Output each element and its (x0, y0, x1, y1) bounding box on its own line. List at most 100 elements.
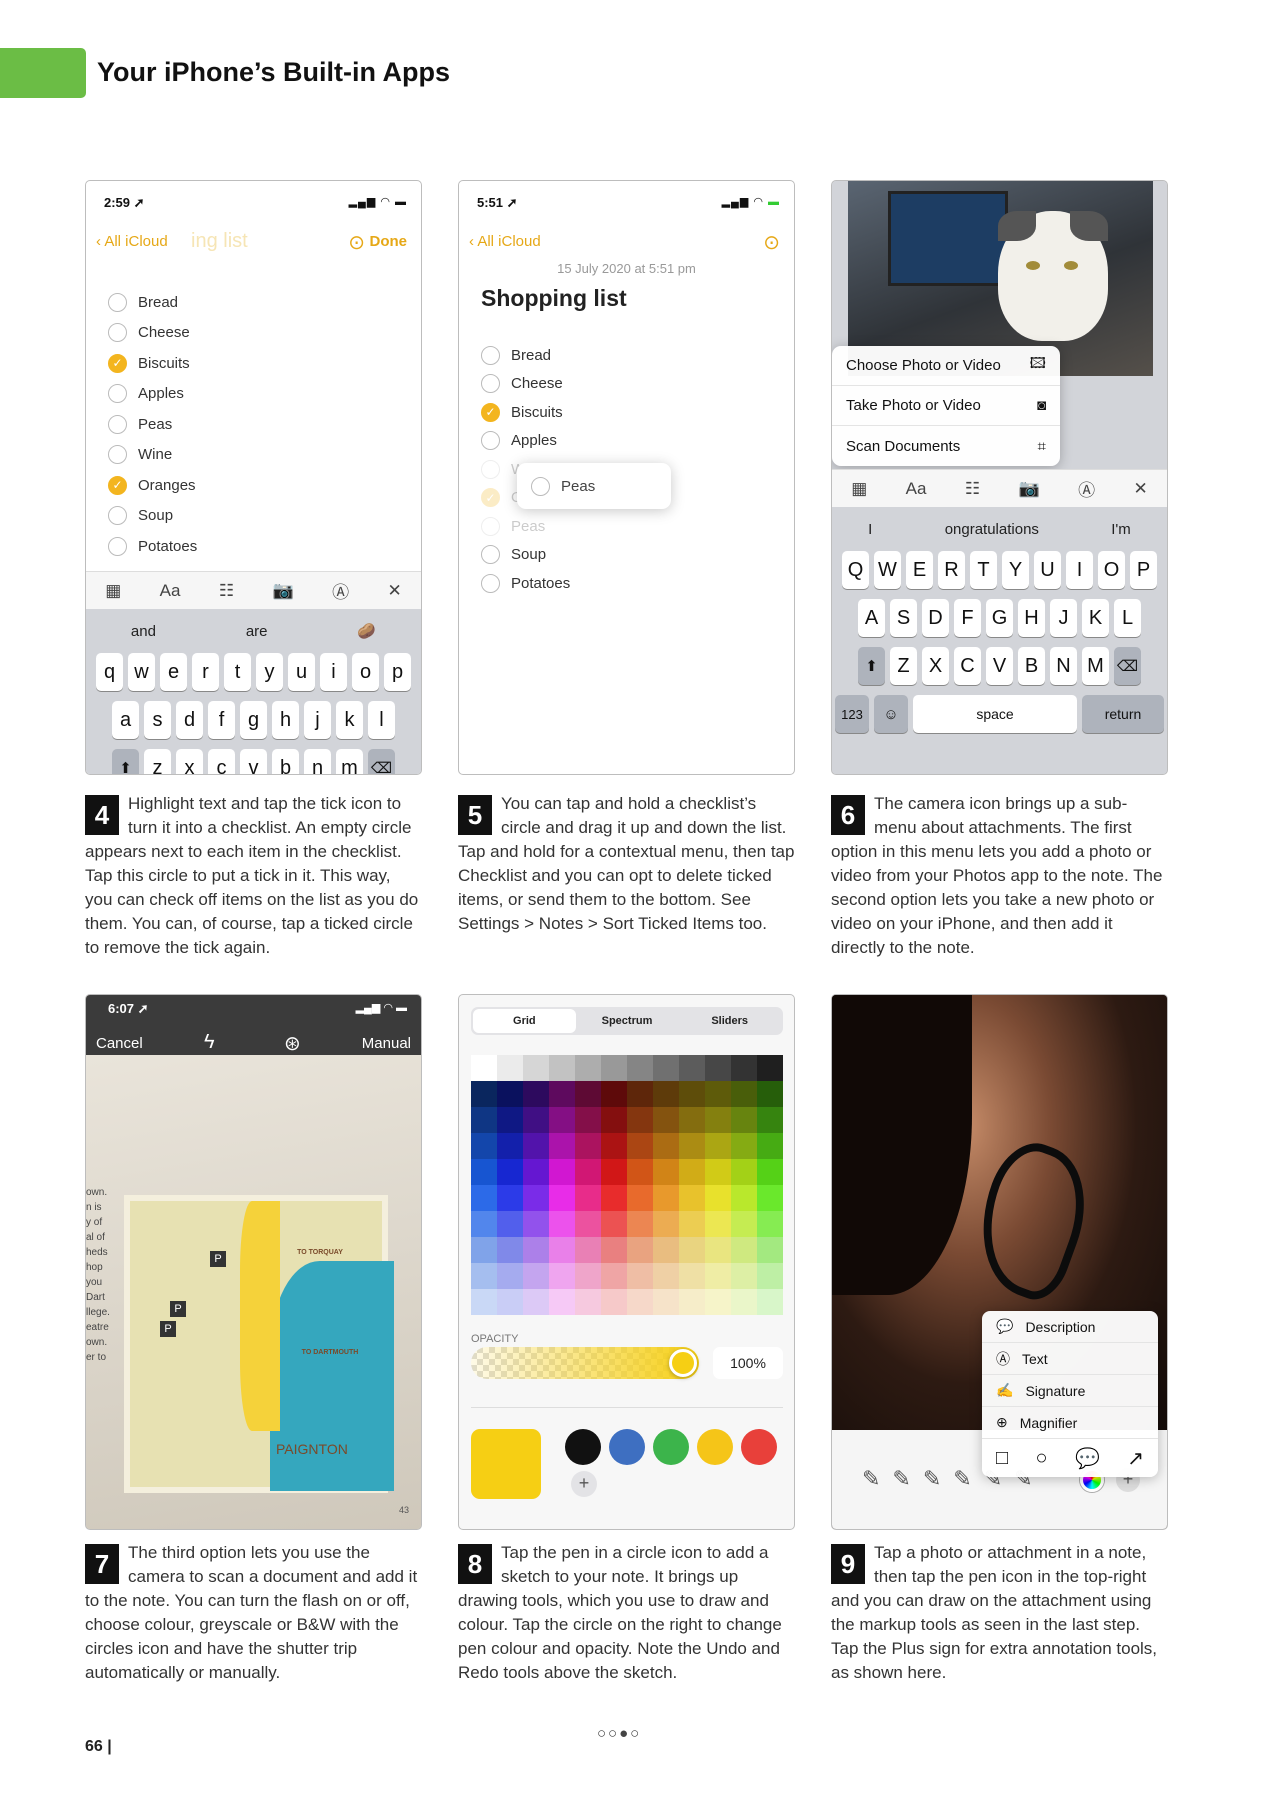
color-cell[interactable] (757, 1263, 783, 1289)
shift-key[interactable]: ⬆ (112, 749, 139, 774)
key[interactable]: P (1130, 551, 1157, 589)
key[interactable]: m (336, 749, 363, 774)
shape-tool[interactable]: ○ (1035, 1447, 1047, 1470)
color-cell[interactable] (679, 1289, 705, 1315)
list-item[interactable]: ✓ Biscuits (108, 348, 197, 379)
color-cell[interactable] (575, 1107, 601, 1133)
signature-item[interactable]: ✍ Signature (982, 1375, 1158, 1407)
scan-documents-item[interactable]: Scan Documents ⌗ (832, 426, 1060, 466)
return-key[interactable]: return (1082, 695, 1164, 733)
delete-key[interactable]: ⌫ (368, 749, 395, 774)
color-cell[interactable] (705, 1081, 731, 1107)
color-cell[interactable] (601, 1055, 627, 1081)
key[interactable]: X (922, 647, 949, 685)
color-cell[interactable] (731, 1289, 757, 1315)
add-color-button[interactable]: + (571, 1471, 597, 1497)
color-cell[interactable] (575, 1263, 601, 1289)
color-cell[interactable] (523, 1237, 549, 1263)
shape-tool[interactable]: 💬 (1075, 1446, 1100, 1471)
color-cell[interactable] (497, 1133, 523, 1159)
key[interactable]: O (1098, 551, 1125, 589)
color-cell[interactable] (757, 1289, 783, 1315)
color-cell[interactable] (731, 1185, 757, 1211)
take-photo-item[interactable]: Take Photo or Video ◙ (832, 386, 1060, 426)
color-cell[interactable] (627, 1289, 653, 1315)
color-cell[interactable] (549, 1211, 575, 1237)
color-cell[interactable] (601, 1263, 627, 1289)
color-cell[interactable] (471, 1211, 497, 1237)
key[interactable]: f (208, 701, 235, 739)
color-cell[interactable] (757, 1133, 783, 1159)
color-cell[interactable] (705, 1289, 731, 1315)
empty-circle-icon[interactable] (481, 431, 500, 451)
color-filter-icon[interactable]: ⊛ (284, 1031, 301, 1056)
toolbar-icon[interactable]: Aa (906, 479, 927, 499)
list-item[interactable]: Bread (108, 287, 197, 318)
color-cell[interactable] (497, 1055, 523, 1081)
color-cell[interactable] (679, 1237, 705, 1263)
color-cell[interactable] (705, 1211, 731, 1237)
checked-circle-icon[interactable]: ✓ (481, 402, 500, 422)
toolbar-icon[interactable]: ☷ (965, 479, 980, 499)
color-cell[interactable] (653, 1159, 679, 1185)
color-cell[interactable] (627, 1133, 653, 1159)
key[interactable]: g (240, 701, 267, 739)
color-swatch[interactable] (653, 1429, 689, 1465)
suggestion[interactable]: 🥔 (357, 622, 376, 640)
color-cell[interactable] (471, 1289, 497, 1315)
list-item[interactable]: Soup (108, 501, 197, 532)
color-cell[interactable] (497, 1263, 523, 1289)
key[interactable]: C (954, 647, 981, 685)
color-cell[interactable] (471, 1107, 497, 1133)
opacity-value[interactable]: 100% (713, 1347, 783, 1379)
key[interactable]: e (160, 653, 187, 691)
list-item[interactable]: Cheese (108, 318, 197, 349)
color-cell[interactable] (549, 1237, 575, 1263)
color-cell[interactable] (523, 1133, 549, 1159)
key[interactable]: a (112, 701, 139, 739)
color-cell[interactable] (757, 1211, 783, 1237)
key[interactable]: i (320, 653, 347, 691)
empty-circle-icon[interactable] (108, 292, 127, 312)
color-cell[interactable] (523, 1185, 549, 1211)
key[interactable]: j (304, 701, 331, 739)
emoji-key[interactable]: ☺ (874, 695, 908, 733)
color-cell[interactable] (549, 1185, 575, 1211)
color-cell[interactable] (653, 1237, 679, 1263)
color-cell[interactable] (731, 1133, 757, 1159)
color-cell[interactable] (731, 1055, 757, 1081)
color-cell[interactable] (757, 1055, 783, 1081)
color-cell[interactable] (523, 1289, 549, 1315)
empty-circle-icon[interactable] (481, 374, 500, 394)
key[interactable]: L (1114, 599, 1141, 637)
empty-circle-icon[interactable] (481, 545, 500, 565)
list-item[interactable]: Wine (108, 440, 197, 471)
empty-circle-icon[interactable] (481, 345, 500, 365)
color-cell[interactable] (627, 1107, 653, 1133)
color-cell[interactable] (731, 1211, 757, 1237)
color-cell[interactable] (679, 1263, 705, 1289)
color-cell[interactable] (497, 1237, 523, 1263)
empty-circle-icon[interactable] (108, 536, 127, 556)
key[interactable]: Z (890, 647, 917, 685)
key[interactable]: D (922, 599, 949, 637)
color-cell[interactable] (757, 1185, 783, 1211)
color-cell[interactable] (497, 1159, 523, 1185)
key[interactable]: H (1018, 599, 1045, 637)
flash-icon[interactable]: ϟ (204, 1031, 215, 1054)
list-item[interactable]: ✓ Oranges (108, 470, 197, 501)
empty-circle-icon[interactable] (108, 384, 127, 404)
toolbar-icon[interactable]: Ⓐ (332, 578, 349, 603)
delete-key[interactable]: ⌫ (1114, 647, 1141, 685)
color-cell[interactable] (549, 1289, 575, 1315)
color-cell[interactable] (627, 1185, 653, 1211)
color-cell[interactable] (523, 1211, 549, 1237)
list-item[interactable]: Potatoes (481, 569, 570, 598)
tab-spectrum[interactable]: Spectrum (576, 1015, 679, 1027)
color-cell[interactable] (705, 1055, 731, 1081)
color-cell[interactable] (497, 1289, 523, 1315)
key[interactable]: h (272, 701, 299, 739)
key[interactable]: w (128, 653, 155, 691)
color-cell[interactable] (731, 1159, 757, 1185)
color-swatch[interactable] (741, 1429, 777, 1465)
